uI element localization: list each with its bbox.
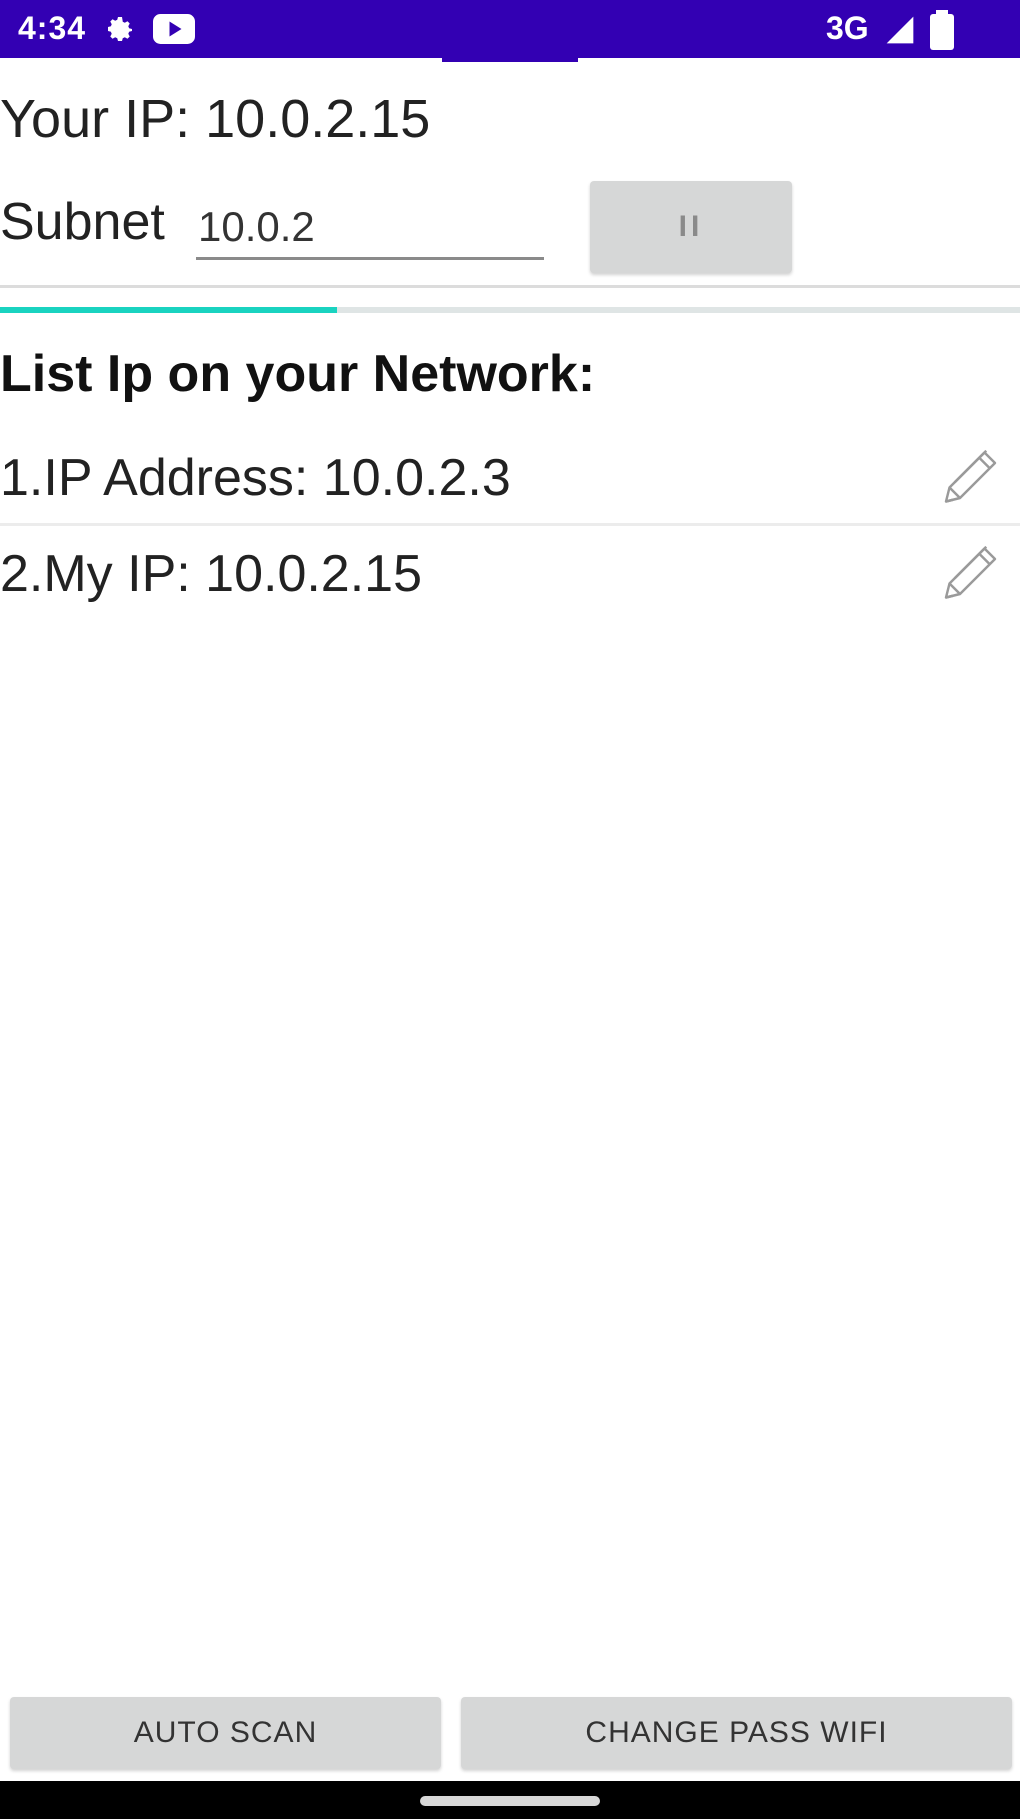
battery-icon [930, 10, 954, 50]
ip-list: 1.IP Address: 10.0.2.3 2.My IP: 10.0.2.1… [0, 430, 1020, 622]
navigation-bar [0, 1781, 1020, 1819]
list-heading: List Ip on your Network: [0, 345, 596, 403]
pencil-icon[interactable] [932, 536, 1002, 610]
list-item[interactable]: 1.IP Address: 10.0.2.3 [0, 430, 1020, 526]
pause-button[interactable]: II [590, 181, 792, 273]
network-type: 3G [826, 10, 869, 46]
scan-progress-bar [0, 307, 1020, 313]
list-item-text: 1.IP Address: 10.0.2.3 [0, 449, 511, 507]
list-item[interactable]: 2.My IP: 10.0.2.15 [0, 526, 1020, 622]
subnet-input[interactable] [196, 196, 544, 260]
status-bar-accent [442, 56, 578, 62]
change-pass-wifi-button[interactable]: CHANGE PASS WIFI [461, 1697, 1012, 1769]
subnet-label: Subnet [0, 193, 165, 251]
your-ip-text: Your IP: 10.0.2.15 [0, 89, 431, 149]
divider [0, 285, 1020, 288]
youtube-icon [153, 14, 195, 44]
pencil-icon[interactable] [932, 440, 1002, 514]
home-handle[interactable] [420, 1796, 600, 1806]
signal-icon [886, 16, 914, 44]
scan-progress-fill [0, 307, 337, 313]
gear-icon [108, 17, 132, 41]
auto-scan-button[interactable]: AUTO SCAN [10, 1697, 441, 1769]
status-bar: 4:34 3G [0, 0, 1020, 58]
list-item-text: 2.My IP: 10.0.2.15 [0, 545, 423, 603]
status-time: 4:34 [18, 10, 87, 46]
